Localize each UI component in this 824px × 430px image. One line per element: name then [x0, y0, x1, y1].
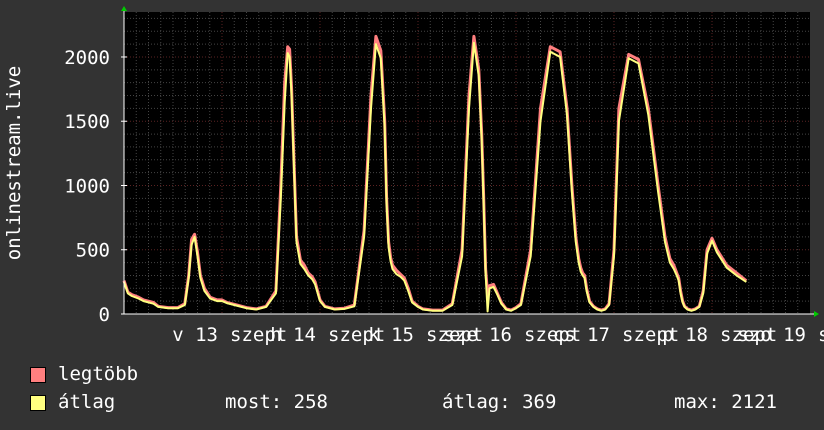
- stat-average-value: 369: [522, 391, 557, 413]
- stats-row: most: 258 átlag: 369 max: 2121: [0, 391, 824, 413]
- x-tick-label: sze 16: [443, 324, 512, 346]
- x-tick-label: s: [818, 324, 824, 346]
- legend-label-max: legtöbb: [58, 363, 139, 385]
- y-tick-labels: 0 500 1000 1500 2000: [64, 47, 110, 326]
- stat-max-value: 2121: [731, 391, 777, 413]
- y-tick-label: 500: [76, 240, 110, 262]
- legend-swatch-max: [30, 367, 46, 383]
- y-tick-label: 1500: [64, 111, 110, 133]
- stat-average-label: átlag:: [442, 391, 511, 413]
- x-tick-label: p 18: [662, 324, 708, 346]
- stat-current-value: 258: [293, 391, 328, 413]
- y-tick-label: 1000: [64, 175, 110, 197]
- x-tick-label: v 13: [172, 324, 218, 346]
- y-axis-label: onlinestream.live: [3, 66, 25, 260]
- x-axis-arrow: [814, 311, 819, 317]
- stat-current-label: most:: [225, 391, 283, 413]
- y-axis-arrow: [121, 6, 127, 11]
- y-tick-label: 2000: [64, 47, 110, 69]
- stat-current: most: 258: [225, 391, 328, 413]
- stat-max: max: 2121: [674, 391, 777, 413]
- x-tick-label: szo 19: [737, 324, 806, 346]
- x-tick-label: k 15: [368, 324, 414, 346]
- stat-average: átlag: 369: [442, 391, 556, 413]
- x-tick-label: h 14: [270, 324, 316, 346]
- stat-max-label: max:: [674, 391, 720, 413]
- x-tick-label: cs 17: [553, 324, 610, 346]
- y-tick-label: 0: [99, 304, 110, 326]
- x-tick-labels: v 13 szepth 14 szeptk 15 szeptsze 16 szeptcs…: [172, 324, 824, 346]
